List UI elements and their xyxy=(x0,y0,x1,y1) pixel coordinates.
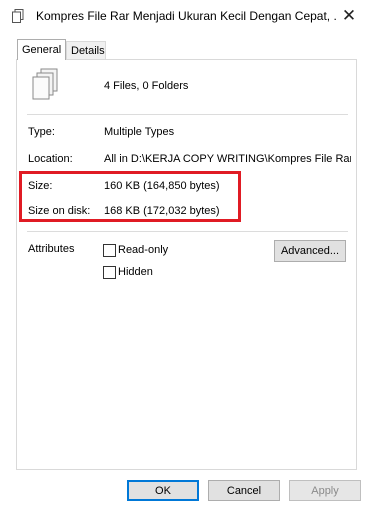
title-bar: Kompres File Rar Menjadi Ukuran Kecil De… xyxy=(0,0,370,33)
readonly-label[interactable]: Read-only xyxy=(118,244,168,256)
hidden-label[interactable]: Hidden xyxy=(118,266,153,278)
readonly-checkbox[interactable] xyxy=(103,244,116,257)
size-on-disk-label: Size on disk: xyxy=(28,205,91,217)
ok-button[interactable]: OK xyxy=(127,480,199,501)
document-icon xyxy=(12,9,24,23)
window-title: Kompres File Rar Menjadi Ukuran Kecil De… xyxy=(36,9,336,23)
apply-button[interactable]: Apply xyxy=(289,480,361,501)
tab-details[interactable]: Details xyxy=(66,41,106,59)
advanced-button[interactable]: Advanced... xyxy=(274,240,346,262)
location-label: Location: xyxy=(28,153,73,165)
multiple-files-icon xyxy=(32,68,58,100)
attributes-label: Attributes xyxy=(28,243,75,255)
location-value: All in D:\KERJA COPY WRITING\Kompres Fil… xyxy=(104,153,351,165)
separator xyxy=(27,231,348,232)
size-value: 160 KB (164,850 bytes) xyxy=(104,180,220,192)
type-label: Type: xyxy=(28,126,55,138)
close-button[interactable]: ✕ xyxy=(334,2,364,30)
size-on-disk-value: 168 KB (172,032 bytes) xyxy=(104,205,220,217)
close-icon: ✕ xyxy=(341,6,357,25)
separator xyxy=(27,114,348,115)
cancel-button[interactable]: Cancel xyxy=(208,480,280,501)
size-label: Size: xyxy=(28,180,53,192)
tab-general[interactable]: General xyxy=(17,39,66,60)
type-value: Multiple Types xyxy=(104,126,175,138)
files-count: 4 Files, 0 Folders xyxy=(104,80,189,92)
hidden-checkbox[interactable] xyxy=(103,266,116,279)
general-panel xyxy=(16,59,357,470)
